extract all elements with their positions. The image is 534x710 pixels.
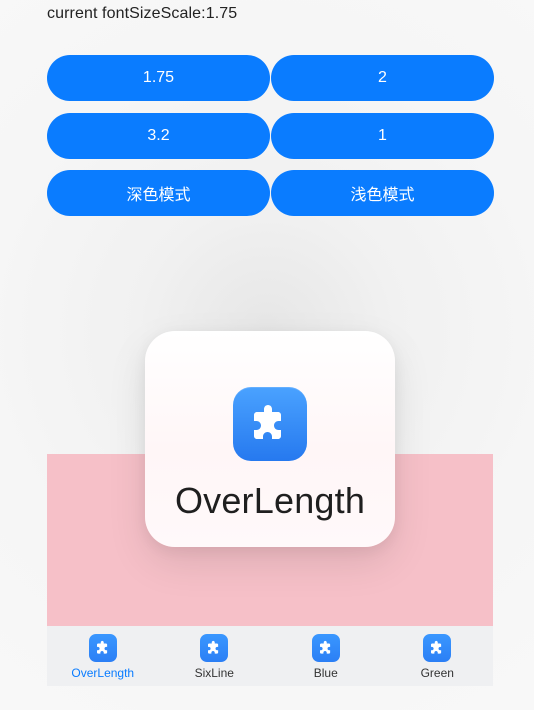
font-size-scale-label: current fontSizeScale:1.75: [47, 5, 238, 22]
puzzle-icon: [88, 634, 117, 662]
tab-label-overlength: OverLength: [71, 666, 135, 680]
dark-mode-button[interactable]: 深色模式: [47, 170, 270, 216]
puzzle-icon: [311, 634, 340, 662]
scale-2-button[interactable]: 2: [271, 55, 494, 101]
popup-title: OverLength: [174, 480, 366, 521]
puzzle-icon: [200, 634, 229, 662]
scale-175-button[interactable]: 1.75: [47, 55, 270, 101]
scale-32-button[interactable]: 3.2: [47, 113, 270, 159]
tab-sixline[interactable]: SixLine: [159, 626, 271, 686]
tab-label-green: Green: [420, 666, 454, 680]
light-mode-button[interactable]: 浅色模式: [271, 170, 494, 216]
tab-blue[interactable]: Blue: [270, 626, 382, 686]
tab-green[interactable]: Green: [382, 626, 494, 686]
overlength-popup: OverLength: [145, 331, 395, 547]
bottom-tab-bar: OverLength SixLine Blue Green: [47, 626, 493, 686]
tab-label-blue: Blue: [313, 666, 338, 680]
tab-overlength[interactable]: OverLength: [47, 626, 159, 686]
app-screen: current fontSizeScale:1.75 1.75 2 3.2 1 …: [0, 0, 534, 710]
puzzle-icon: [233, 387, 307, 461]
tab-label-sixline: SixLine: [194, 666, 234, 680]
puzzle-icon: [423, 634, 452, 662]
scale-1-button[interactable]: 1: [271, 113, 494, 159]
